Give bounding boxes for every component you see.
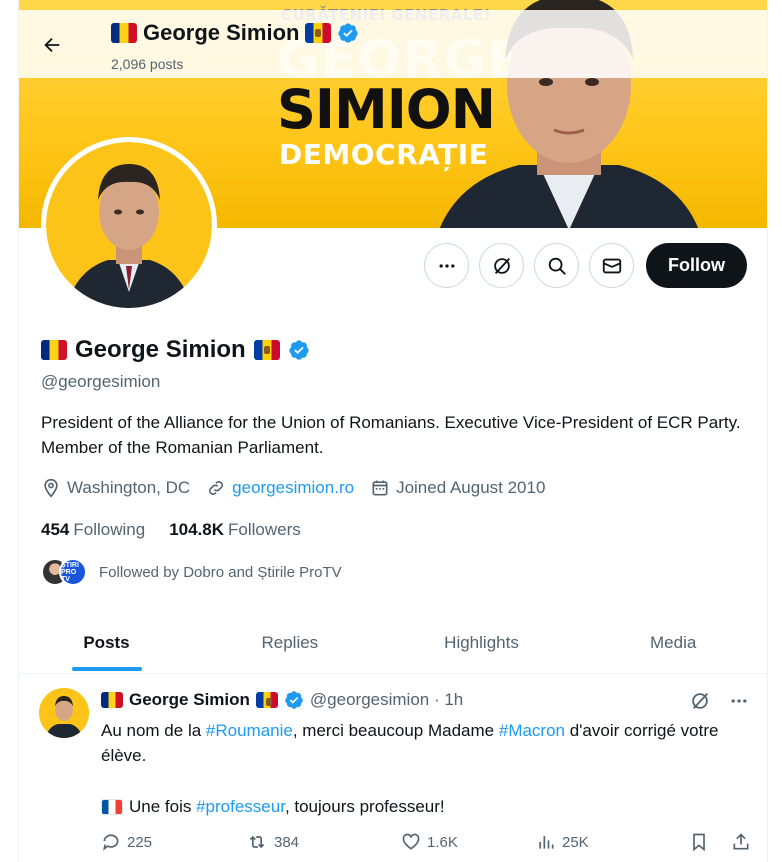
arrow-left-icon (44, 37, 60, 53)
bookmark-icon[interactable] (689, 832, 709, 852)
romania-flag-icon (111, 23, 137, 43)
tweet-author-name[interactable]: George Simion (129, 690, 250, 710)
more-dots-icon (439, 263, 454, 268)
views-chart-icon (539, 836, 554, 849)
tab-replies[interactable]: Replies (194, 612, 386, 673)
website-link[interactable]: georgesimion.ro (232, 478, 354, 498)
tweet-text-part: Une fois (129, 797, 197, 816)
grok-icon (493, 257, 510, 274)
reply-icon (103, 834, 119, 851)
tab-highlights[interactable]: Highlights (386, 612, 578, 673)
avatar-image (46, 142, 212, 308)
location-item: Washington, DC (41, 478, 190, 498)
heart-icon (402, 833, 420, 850)
reply-button[interactable]: 225 (101, 832, 246, 852)
posts-count: 2,096 posts (111, 56, 184, 72)
moldova-flag-icon (253, 340, 280, 360)
following-link[interactable]: 454 Following (41, 520, 145, 540)
tweet-handle-time: @georgesimion · 1h (309, 690, 464, 709)
location-text: Washington, DC (67, 478, 191, 497)
hashtag-link[interactable]: #professeur (196, 797, 285, 816)
profile-actions: Follow (424, 243, 747, 288)
tab-posts[interactable]: Posts (19, 612, 194, 673)
repost-count: 384 (274, 833, 300, 851)
hashtag-link[interactable]: #Roumanie (206, 721, 293, 740)
tweet-text-part: , toujours professeur! (284, 797, 445, 816)
header-name: George Simion (143, 20, 300, 45)
profile-avatar[interactable] (41, 137, 217, 313)
grok-button[interactable] (479, 243, 524, 288)
joined-text: Joined August 2010 (396, 478, 546, 497)
romania-flag-icon (41, 340, 67, 360)
profile-meta: Washington, DC georgesimion.ro Joined Au… (41, 478, 545, 498)
following-count: 454 (41, 520, 70, 539)
followers-label: Followers (228, 520, 301, 539)
followed-by-text: Followed by Dobro and Știrile ProTV (99, 563, 342, 581)
profile-tabs: Posts Replies Highlights Media (19, 612, 767, 674)
tweet-avatar-image (39, 688, 89, 738)
following-label: Following (73, 520, 146, 539)
follower-avatar: ȘTIRI PRO TV (59, 558, 87, 586)
followers-count: 104.8K (169, 520, 225, 539)
verified-badge-icon[interactable] (288, 339, 310, 361)
calendar-icon (372, 480, 388, 496)
views-count: 25K (562, 833, 589, 851)
tweet-header: George Simion @georgesimion · 1h (101, 690, 463, 710)
moldova-flag-icon (255, 692, 278, 708)
mail-icon (602, 258, 621, 273)
tweet-text: Au nom de la #Roumanie, merci beaucoup M… (101, 718, 751, 768)
tweet-extra-actions (689, 832, 751, 852)
grok-icon[interactable] (689, 690, 711, 712)
link-icon (209, 481, 224, 495)
profile-name: George Simion (75, 336, 246, 363)
like-button[interactable]: 1.6K (401, 832, 536, 852)
message-button[interactable] (589, 243, 634, 288)
top-header: George Simion 2,096 posts (19, 10, 767, 78)
tab-media[interactable]: Media (577, 612, 767, 673)
profile-bio: President of the Alliance for the Union … (41, 413, 741, 457)
more-button[interactable] (424, 243, 469, 288)
follow-button[interactable]: Follow (646, 243, 747, 288)
verified-badge-icon (285, 691, 303, 709)
tweet[interactable]: George Simion @georgesimion · 1h Au nom … (19, 676, 767, 862)
moldova-flag-icon (305, 23, 332, 43)
like-count: 1.6K (427, 833, 458, 851)
search-icon (548, 257, 566, 275)
reply-count: 225 (127, 833, 153, 851)
share-icon[interactable] (731, 832, 751, 852)
location-pin-icon (44, 478, 58, 498)
tweet-text-line2: Une fois #professeur, toujours professeu… (101, 794, 751, 819)
tweet-top-icons (689, 690, 749, 712)
tweet-avatar[interactable] (39, 688, 89, 738)
search-button[interactable] (534, 243, 579, 288)
repost-icon (249, 835, 265, 849)
france-flag-icon (101, 798, 123, 815)
profile-handle: @georgesimion (41, 372, 161, 391)
joined-item: Joined August 2010 (370, 478, 545, 498)
website-item[interactable]: georgesimion.ro (206, 478, 354, 498)
profile-page: CURĂȚENIEI GENERALE! GEORGE SIMION DEMOC… (18, 0, 768, 862)
romania-flag-icon (101, 692, 123, 708)
follow-stats: 454 Following 104.8K Followers (41, 520, 301, 540)
verified-badge-icon (338, 23, 359, 43)
tweet-actions: 225 384 1.6K 25K (101, 832, 751, 852)
back-button[interactable] (37, 30, 67, 60)
profile-name-row: George Simion (41, 336, 310, 364)
repost-button[interactable]: 384 (246, 832, 401, 852)
followers-link[interactable]: 104.8K Followers (169, 520, 301, 540)
followed-by[interactable]: ȘTIRI PRO TV Followed by Dobro and Știri… (41, 558, 342, 586)
more-dots-icon[interactable] (729, 691, 749, 711)
tweet-text-part: , merci beaucoup Madame (292, 721, 499, 740)
tweet-text-part: Au nom de la (101, 721, 206, 740)
views-button[interactable]: 25K (536, 832, 686, 852)
header-title-row: George Simion (111, 20, 359, 46)
hashtag-link[interactable]: #Macron (499, 721, 565, 740)
followers-avatars: ȘTIRI PRO TV (41, 558, 87, 586)
